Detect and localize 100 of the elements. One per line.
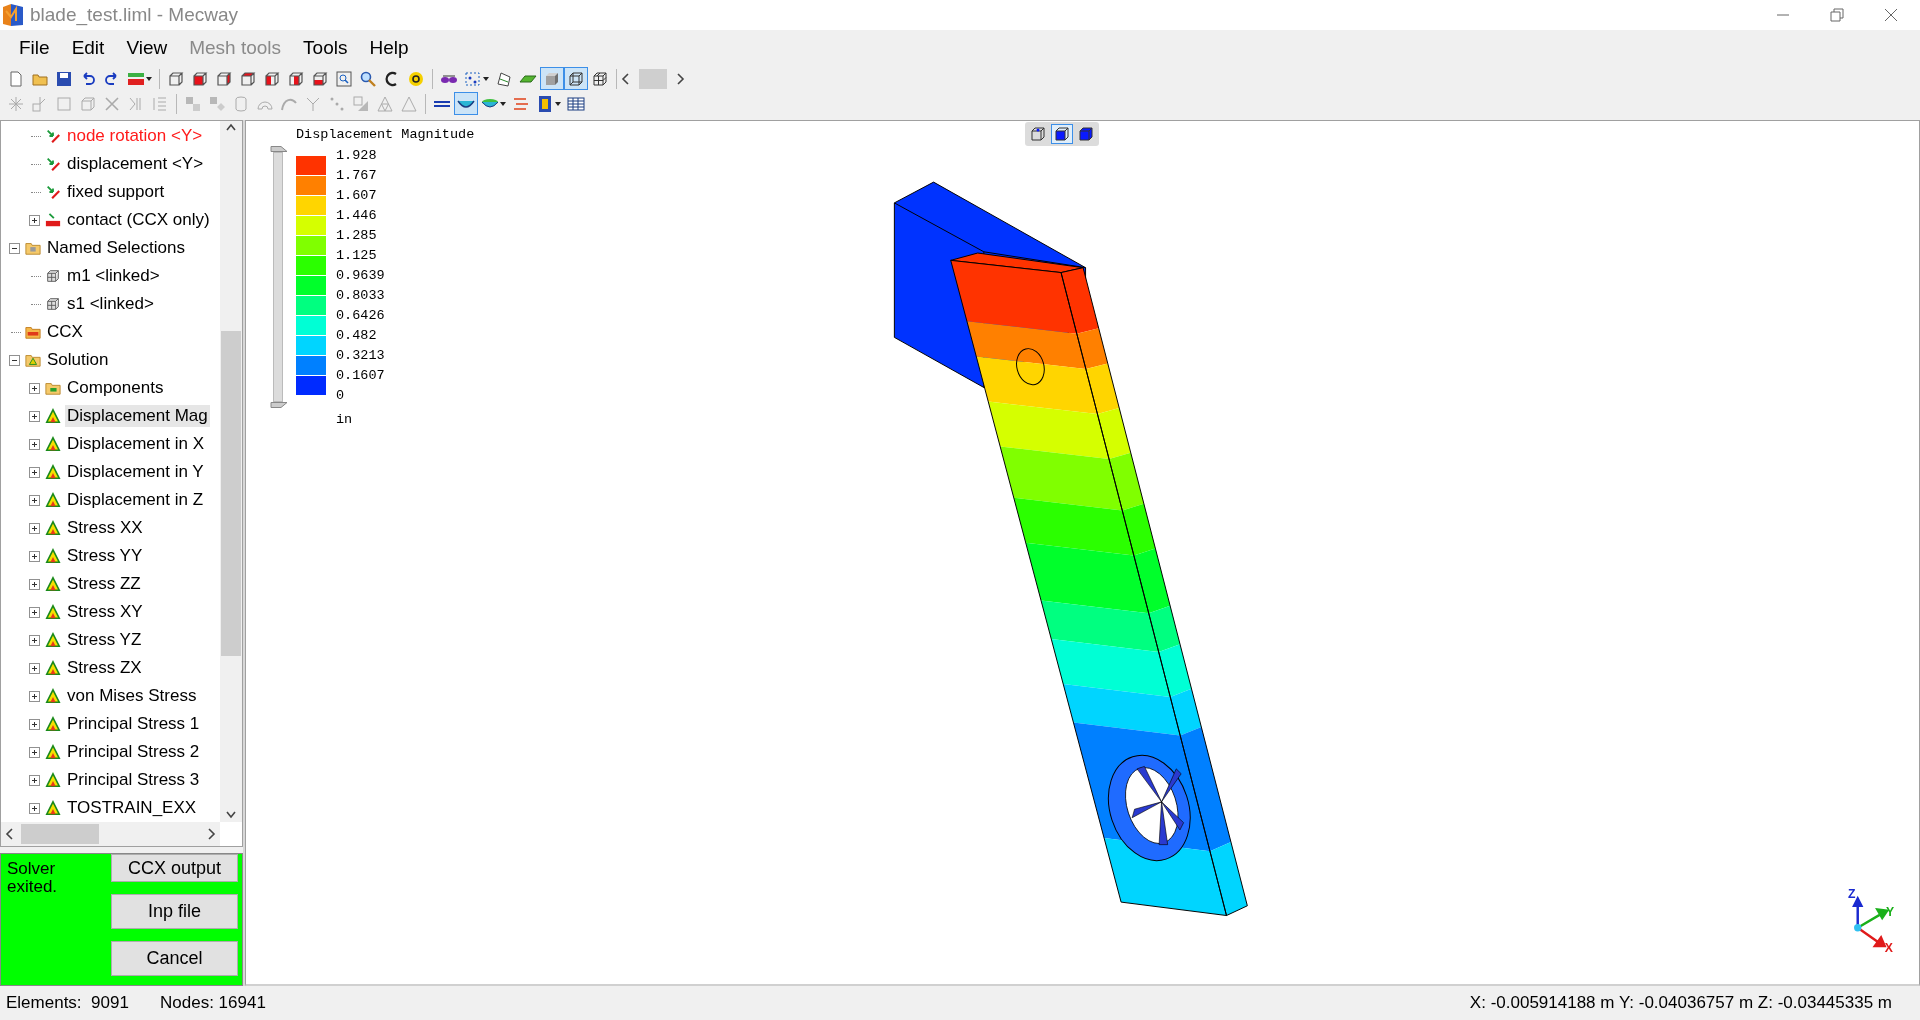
- tree-item[interactable]: m1 <linked>: [65, 265, 162, 287]
- tree-item[interactable]: displacement <Y>: [65, 153, 206, 175]
- tree-item[interactable]: Displacement Mag: [65, 405, 210, 427]
- expand-icon[interactable]: [28, 214, 40, 226]
- solver-button[interactable]: CCX output: [111, 854, 238, 882]
- triangle-icon: [45, 492, 61, 508]
- tree-item[interactable]: Stress XX: [65, 517, 145, 539]
- triangle-icon: [45, 548, 61, 564]
- scroll-right-icon[interactable]: [206, 827, 216, 841]
- solver-button[interactable]: Inp file: [111, 894, 238, 929]
- node-select-icon[interactable]: [464, 69, 482, 88]
- folder-icon: [25, 352, 41, 368]
- tree-item[interactable]: Principal Stress 1: [65, 713, 202, 735]
- legend-value: 0.482: [336, 327, 378, 345]
- triangle-icon: [45, 632, 61, 648]
- folder-icon: [25, 324, 41, 340]
- node-count: Nodes: 16941: [160, 993, 266, 1013]
- scroll-left-icon[interactable]: [5, 827, 15, 841]
- legend-title: Displacement Magnitude: [296, 127, 475, 142]
- tree-item[interactable]: Stress ZX: [65, 657, 144, 679]
- expand-icon[interactable]: [28, 774, 40, 786]
- tree-item[interactable]: CCX: [45, 321, 85, 343]
- menu-item[interactable]: Edit: [60, 37, 116, 59]
- tree-item[interactable]: Principal Stress 3: [65, 769, 202, 791]
- triangle-icon: [45, 464, 61, 480]
- caret-icon[interactable]: [146, 76, 152, 81]
- tree-item[interactable]: Stress YZ: [65, 629, 144, 651]
- triangle-icon: [45, 520, 61, 536]
- menu-item[interactable]: File: [8, 37, 61, 59]
- folder-icon: [45, 380, 61, 396]
- axis-label: X: [1884, 941, 1893, 956]
- tree-item[interactable]: von Mises Stress: [65, 685, 199, 707]
- expand-icon[interactable]: [28, 606, 40, 618]
- slider-handle[interactable]: [270, 402, 288, 408]
- scrollbar-thumb[interactable]: [21, 824, 99, 844]
- legend-unit: in: [336, 412, 354, 427]
- tree-item[interactable]: fixed support: [65, 181, 167, 203]
- tree-item[interactable]: contact (CCX only): [65, 209, 212, 231]
- tree-item[interactable]: s1 <linked>: [65, 293, 156, 315]
- tree-item[interactable]: Stress YY: [65, 545, 145, 567]
- tree-item[interactable]: Named Selections: [45, 237, 187, 259]
- close-icon[interactable]: [1884, 8, 1898, 22]
- tree-item[interactable]: Stress ZZ: [65, 573, 143, 595]
- triangle-icon: [45, 660, 61, 676]
- tree-item[interactable]: Principal Stress 2: [65, 741, 202, 763]
- expand-icon[interactable]: [28, 522, 40, 534]
- restore-icon[interactable]: [1830, 8, 1844, 22]
- legend-value: 0: [336, 387, 346, 405]
- scroll-right-icon[interactable]: [675, 71, 685, 86]
- scroll-left-icon[interactable]: [621, 71, 631, 86]
- legend-value: 0.8033: [336, 287, 385, 305]
- expand-icon[interactable]: [28, 802, 40, 814]
- triangle-icon: [45, 772, 61, 788]
- legend-value: 1.607: [336, 187, 378, 205]
- solver-button[interactable]: Cancel: [111, 941, 238, 976]
- tree-item[interactable]: Components: [65, 377, 166, 399]
- expand-icon[interactable]: [28, 690, 40, 702]
- caret-icon[interactable]: [500, 101, 506, 106]
- caret-icon[interactable]: [555, 101, 561, 106]
- collapse-icon[interactable]: [8, 354, 20, 366]
- expand-icon[interactable]: [28, 494, 40, 506]
- tree-item[interactable]: Displacement in X: [65, 433, 206, 455]
- legend-value: 1.767: [336, 167, 378, 185]
- toolbar-scroll-thumb[interactable]: [639, 68, 667, 89]
- legend-value: 0.6426: [336, 307, 385, 325]
- legend-value: 1.928: [336, 147, 378, 165]
- folder-icon: [25, 240, 41, 256]
- tree-item[interactable]: TOSTRAIN_EXX: [65, 797, 199, 819]
- triangle-icon: [45, 716, 61, 732]
- menu-item[interactable]: Tools: [292, 37, 359, 59]
- tree-item[interactable]: Solution: [45, 349, 111, 371]
- tree-item[interactable]: Stress XY: [65, 601, 145, 623]
- expand-icon[interactable]: [28, 438, 40, 450]
- expand-icon[interactable]: [28, 718, 40, 730]
- constraint-arrow-icon: [45, 184, 61, 200]
- expand-icon[interactable]: [28, 746, 40, 758]
- tree-item[interactable]: Displacement in Z: [65, 489, 206, 511]
- tree-item[interactable]: Displacement in Y: [65, 461, 206, 483]
- legend-value: 1.125: [336, 247, 378, 265]
- caret-icon[interactable]: [483, 76, 489, 81]
- expand-icon[interactable]: [28, 550, 40, 562]
- expand-icon[interactable]: [28, 634, 40, 646]
- expand-icon[interactable]: [28, 466, 40, 478]
- expand-icon[interactable]: [28, 382, 40, 394]
- legend-value: 1.446: [336, 207, 378, 225]
- expand-icon[interactable]: [28, 410, 40, 422]
- legend-value: 0.3213: [336, 347, 385, 365]
- collapse-icon[interactable]: [8, 242, 20, 254]
- scrollbar-thumb[interactable]: [221, 331, 241, 656]
- view-mode-button[interactable]: [1051, 124, 1073, 144]
- menu-item[interactable]: Help: [358, 37, 420, 59]
- expand-icon[interactable]: [28, 662, 40, 674]
- expand-icon[interactable]: [28, 578, 40, 590]
- menu-item[interactable]: View: [115, 37, 179, 59]
- legend-range-slider[interactable]: [270, 146, 288, 408]
- film-icon[interactable]: [536, 94, 554, 113]
- slider-handle[interactable]: [270, 146, 288, 152]
- tree-item[interactable]: node rotation <Y>: [65, 125, 205, 147]
- legend-value: 1.285: [336, 227, 378, 245]
- triangle-icon: [45, 800, 61, 816]
